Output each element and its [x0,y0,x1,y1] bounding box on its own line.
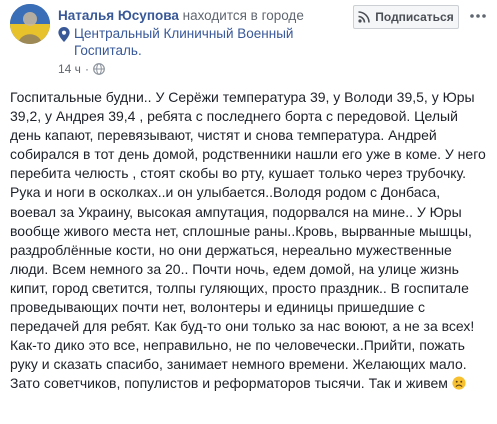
follow-button[interactable]: Подписаться [353,5,459,29]
location-row: Центральный Клиничный Военный Госпиталь. [58,25,348,59]
post-time[interactable]: 14 ч [58,62,81,76]
sad-face-emoji-icon [452,376,466,390]
rss-icon [358,11,371,23]
globe-icon[interactable] [93,63,105,75]
post-body: Госпитальные будни.. У Серёжи температур… [10,88,488,394]
header-line: Наталья Юсупова находится в городе [58,7,348,24]
facebook-post: Наталья Юсупова находится в городе Центр… [0,0,497,424]
meta-separator: · [84,62,89,76]
more-dots-icon [470,14,486,18]
author-name[interactable]: Наталья Юсупова [58,8,179,23]
post-meta: 14 ч · [58,62,348,76]
post-header: Наталья Юсупова находится в городе Центр… [58,7,348,76]
avatar-image [10,4,50,44]
avatar[interactable] [10,4,50,44]
location-pin-icon [58,27,70,42]
location-link[interactable]: Центральный Клиничный Военный Госпиталь. [74,25,348,59]
post-text: Госпитальные будни.. У Серёжи температур… [10,89,486,392]
status-text: находится в городе [182,8,304,23]
more-options-button[interactable] [466,4,490,28]
follow-button-label: Подписаться [375,10,454,24]
